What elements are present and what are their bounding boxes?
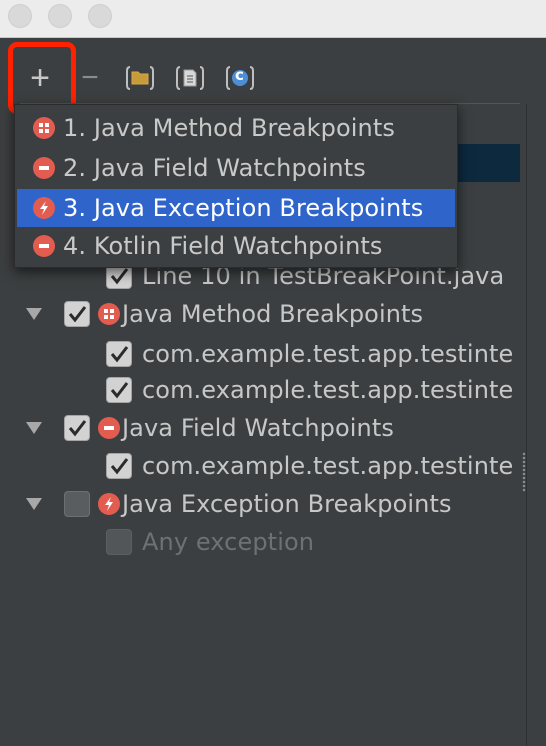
expand-arrow-icon[interactable] xyxy=(22,416,46,440)
checkbox-checked[interactable] xyxy=(106,377,132,403)
details-panel-edge xyxy=(526,104,546,746)
checkbox-disabled[interactable] xyxy=(106,529,132,555)
group-by-class-button[interactable]: c xyxy=(224,64,256,92)
checkbox-checked[interactable] xyxy=(64,415,90,441)
menu-item-java-exception-breakpoints[interactable]: 3. Java Exception Breakpoints xyxy=(17,189,455,227)
checkmark-icon xyxy=(110,382,129,399)
method-breakpoint-icon xyxy=(98,303,120,325)
exception-child-label: Any exception xyxy=(142,528,315,556)
class-letter: c xyxy=(235,66,244,84)
checkmark-icon xyxy=(110,268,129,285)
field-watchpoint-icon xyxy=(98,417,120,439)
menu-item-label: 1. Java Method Breakpoints xyxy=(63,114,395,142)
exception-breakpoint-icon xyxy=(98,493,120,515)
menu-item-label: 3. Java Exception Breakpoints xyxy=(63,194,424,222)
checkbox-checked[interactable] xyxy=(64,301,90,327)
checkbox-unchecked[interactable] xyxy=(64,491,90,517)
window-titlebar xyxy=(0,0,546,38)
field-watchpoint-icon xyxy=(33,157,55,179)
file-icon xyxy=(176,66,204,90)
menu-item-java-method-breakpoints[interactable]: 1. Java Method Breakpoints xyxy=(17,109,455,147)
checkmark-icon xyxy=(110,346,129,363)
expand-arrow-icon[interactable] xyxy=(22,492,46,516)
menu-item-kotlin-field-watchpoints[interactable]: 4. Kotlin Field Watchpoints xyxy=(17,227,455,265)
menu-item-java-field-watchpoints[interactable]: 2. Java Field Watchpoints xyxy=(17,149,455,187)
remove-breakpoint-button[interactable]: − xyxy=(76,58,104,98)
checkbox-checked[interactable] xyxy=(106,453,132,479)
checkbox-checked[interactable] xyxy=(106,341,132,367)
remove-label: − xyxy=(81,61,99,94)
field-watchpoint-icon xyxy=(33,235,55,257)
tree-row-method-child[interactable]: com.example.test.app.testinte xyxy=(106,336,513,372)
group-by-file-button[interactable] xyxy=(174,64,206,92)
minimize-window-button[interactable] xyxy=(48,4,72,28)
checkmark-icon xyxy=(68,420,87,437)
checkmark-icon xyxy=(110,458,129,475)
method-breakpoint-icon xyxy=(33,117,55,139)
tree-row-exception-child[interactable]: Any exception xyxy=(106,524,314,560)
checkmark-icon xyxy=(68,306,87,323)
tree-row-method-child[interactable]: com.example.test.app.testinte xyxy=(106,372,513,408)
method-child-label: com.example.test.app.testinte xyxy=(142,376,514,404)
exception-breakpoint-icon xyxy=(33,197,55,219)
tree-row-field-group[interactable]: Java Field Watchpoints xyxy=(22,410,394,446)
close-window-button[interactable] xyxy=(8,4,32,28)
field-group-label: Java Field Watchpoints xyxy=(122,414,394,442)
field-child-label: com.example.test.app.testinte xyxy=(142,452,514,480)
folder-icon xyxy=(126,66,154,90)
tree-row-field-child[interactable]: com.example.test.app.testinte xyxy=(106,448,513,484)
method-group-label: Java Method Breakpoints xyxy=(122,300,424,328)
menu-item-label: 2. Java Field Watchpoints xyxy=(63,154,366,182)
expand-arrow-icon[interactable] xyxy=(22,302,46,326)
exception-group-label: Java Exception Breakpoints xyxy=(122,490,452,518)
group-by-package-button[interactable] xyxy=(124,64,156,92)
tree-row-method-group[interactable]: Java Method Breakpoints xyxy=(22,296,423,332)
splitter-handle[interactable] xyxy=(522,452,526,492)
add-breakpoint-menu: 1. Java Method Breakpoints 2. Java Field… xyxy=(14,104,458,268)
tree-row-exception-group[interactable]: Java Exception Breakpoints xyxy=(22,486,452,522)
method-child-label: com.example.test.app.testinte xyxy=(142,340,514,368)
menu-item-label: 4. Kotlin Field Watchpoints xyxy=(63,232,383,260)
zoom-window-button[interactable] xyxy=(88,4,112,28)
